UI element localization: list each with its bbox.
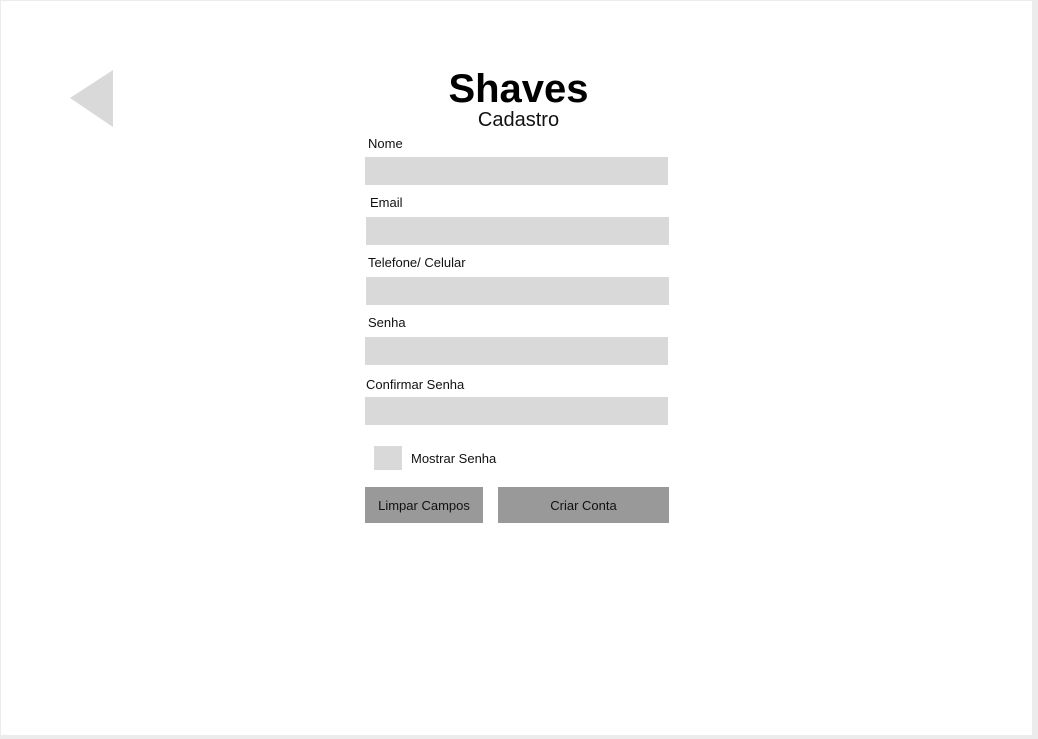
confirm-password-field[interactable] [365,397,668,425]
show-password-checkbox[interactable] [374,446,402,470]
phone-label: Telefone/ Celular [368,255,466,270]
show-password-label: Mostrar Senha [411,451,497,466]
brand-title: Shaves [448,67,589,111]
page-subtitle: Cadastro [477,109,560,131]
name-label: Nome [368,136,403,151]
password-field[interactable] [365,337,668,365]
name-field[interactable] [365,157,668,185]
password-label: Senha [368,315,406,330]
email-field[interactable] [366,217,669,245]
phone-field[interactable] [366,277,669,305]
page-canvas: Shaves Cadastro Nome Email Telefone/ Cel… [1,1,1032,735]
email-label: Email [370,195,403,210]
confirm-password-label: Confirmar Senha [366,377,465,392]
clear-fields-button[interactable]: Limpar Campos [365,487,483,523]
create-account-button[interactable]: Criar Conta [498,487,669,523]
